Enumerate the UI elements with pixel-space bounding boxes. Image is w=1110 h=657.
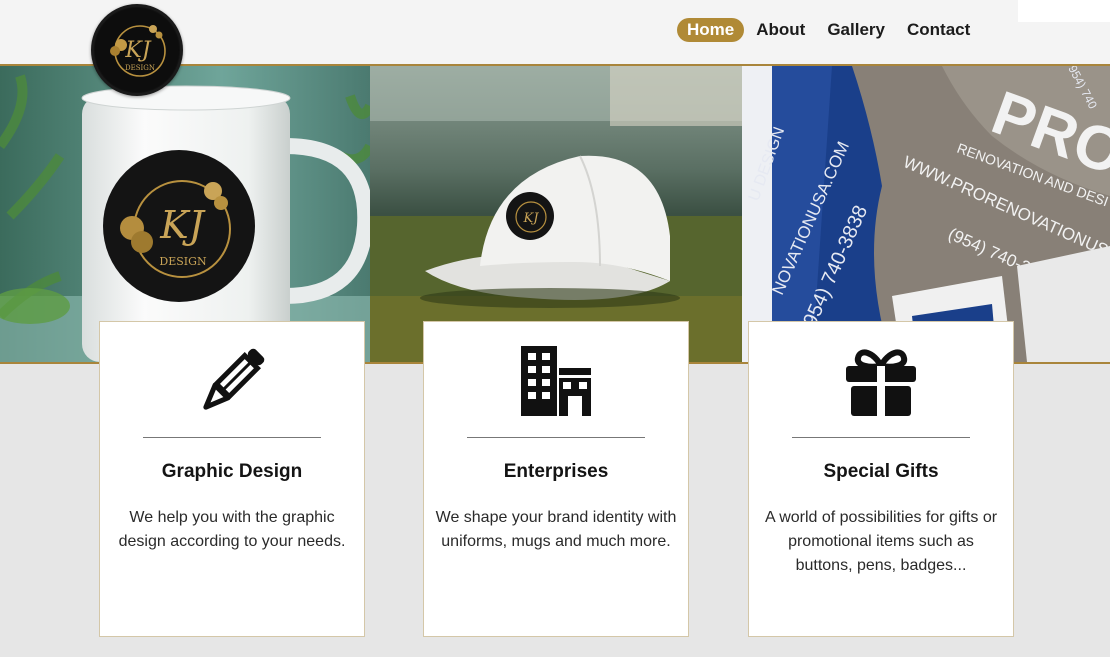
hero-shirts-image: PRO RENOVATION AND DESI WWW.PRORENOVATIO…: [742, 66, 1110, 362]
pencil-icon: [195, 344, 269, 418]
svg-text:DESIGN: DESIGN: [159, 255, 207, 268]
card-description: A world of possibilities for gifts or pr…: [764, 509, 998, 574]
nav-gallery[interactable]: Gallery: [817, 18, 895, 42]
hero-mug-image: KJ DESIGN: [0, 66, 370, 362]
building-icon: [519, 344, 593, 418]
service-card-graphic-design[interactable]: Graphic Design We help you with the grap…: [99, 321, 365, 637]
card-divider: [143, 437, 321, 438]
card-divider: [792, 437, 970, 438]
header-corner: [1018, 0, 1110, 22]
svg-text:KJ: KJ: [523, 211, 540, 226]
service-card-enterprises[interactable]: Enterprises We shape your brand identity…: [423, 321, 689, 637]
svg-text:KJ: KJ: [159, 203, 205, 247]
card-title: Graphic Design: [161, 461, 303, 482]
card-description: We help you with the graphic design acco…: [118, 509, 346, 550]
hero-banner: KJ DESIGN KJ PRO RENOVATION AND DESI WWW…: [0, 64, 1110, 364]
hero-cap-image: KJ: [370, 66, 742, 362]
card-description: We shape your brand identity with unifor…: [435, 509, 677, 550]
nav-contact[interactable]: Contact: [897, 18, 980, 42]
card-divider: [467, 437, 645, 438]
nav-about[interactable]: About: [746, 18, 815, 42]
card-title: Enterprises: [503, 461, 609, 482]
brand-logo[interactable]: KJ DESIGN: [91, 4, 183, 96]
svg-text:DESIGN: DESIGN: [125, 64, 155, 72]
main-nav: Home About Gallery Contact: [677, 18, 982, 42]
service-card-special-gifts[interactable]: Special Gifts A world of possibilities f…: [748, 321, 1014, 637]
card-title: Special Gifts: [823, 461, 939, 482]
gift-icon: [844, 344, 918, 418]
nav-home[interactable]: Home: [677, 18, 745, 42]
svg-text:KJ: KJ: [124, 38, 151, 63]
logo-emblem-icon: KJ DESIGN: [95, 8, 179, 92]
